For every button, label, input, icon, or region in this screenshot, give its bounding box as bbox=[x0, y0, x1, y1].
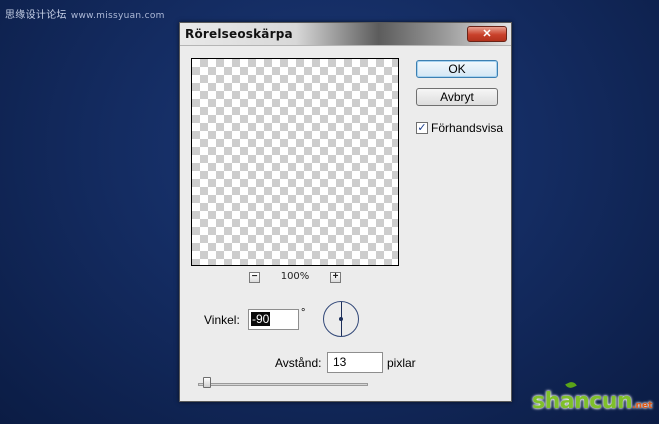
watermark-suffix: .net bbox=[632, 401, 653, 411]
zoom-out-button[interactable]: − bbox=[249, 272, 260, 283]
distance-label: Avstånd: bbox=[275, 356, 322, 370]
checkmark-icon: ✓ bbox=[417, 122, 427, 134]
motion-blur-dialog: Rörelseoskärpa ✕ − 100% + OK Avbryt ✓ Fö… bbox=[179, 22, 512, 402]
degree-unit: ° bbox=[301, 307, 306, 319]
watermark-top: 思缘设计论坛 www.missyuan.com bbox=[5, 6, 165, 21]
angle-value: -90 bbox=[251, 312, 271, 326]
plus-icon: + bbox=[332, 271, 339, 282]
minus-icon: − bbox=[251, 271, 258, 282]
title-bar[interactable]: Rörelseoskärpa ✕ bbox=[180, 23, 511, 46]
ok-button[interactable]: OK bbox=[416, 60, 498, 78]
zoom-in-button[interactable]: + bbox=[330, 272, 341, 283]
watermark-brand: shancun bbox=[532, 389, 633, 414]
distance-input[interactable]: 13 bbox=[327, 352, 383, 373]
cancel-button[interactable]: Avbryt bbox=[416, 88, 498, 106]
watermark-top-url: www.missyuan.com bbox=[70, 11, 165, 21]
close-icon: ✕ bbox=[482, 28, 492, 40]
preview-area[interactable] bbox=[191, 58, 399, 266]
angle-dial[interactable] bbox=[323, 301, 359, 337]
distance-value: 13 bbox=[333, 355, 347, 369]
preview-checkbox[interactable]: ✓ bbox=[416, 122, 428, 134]
angle-label: Vinkel: bbox=[204, 313, 240, 327]
zoom-level: 100% bbox=[280, 271, 310, 282]
distance-slider-thumb[interactable] bbox=[203, 377, 211, 388]
distance-unit: pixlar bbox=[387, 356, 416, 370]
angle-input[interactable]: -90 bbox=[248, 309, 299, 330]
dialog-title: Rörelseoskärpa bbox=[185, 27, 293, 41]
close-button[interactable]: ✕ bbox=[467, 26, 507, 42]
watermark-top-text: 思缘设计论坛 bbox=[5, 10, 67, 21]
distance-slider-track[interactable] bbox=[198, 383, 368, 386]
angle-dial-center bbox=[339, 317, 343, 321]
preview-checkbox-label[interactable]: Förhandsvisa bbox=[431, 121, 503, 135]
watermark-bottom: shancun.net bbox=[532, 389, 652, 414]
